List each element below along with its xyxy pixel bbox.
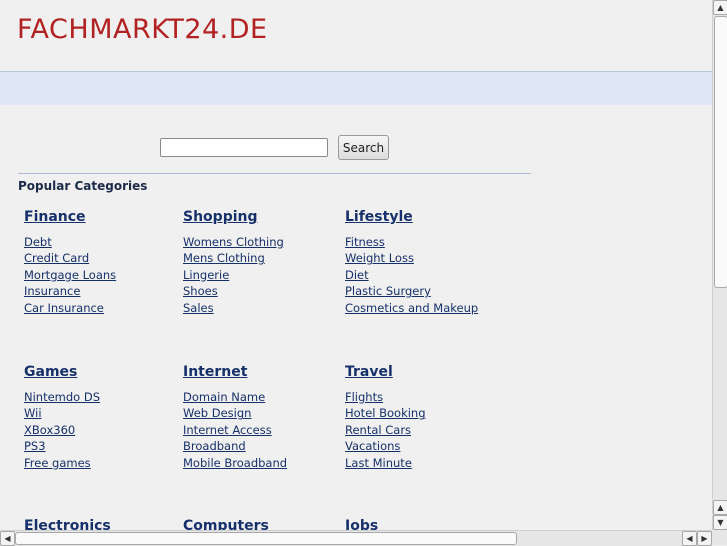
category-block: Lifestyle Fitness Weight Loss Diet Plastic S…: [345, 209, 478, 316]
category-block: Games Nintemdo DS Wii XBox360 PS3 Free games: [24, 364, 100, 471]
category-link[interactable]: Shoes: [183, 283, 284, 299]
arrow-right-icon[interactable]: ▶: [697, 531, 712, 546]
category-link[interactable]: PS3: [24, 438, 100, 454]
category-link[interactable]: Internet Access: [183, 422, 287, 438]
vertical-scrollbar[interactable]: ▲ ▲ ▼: [712, 0, 727, 530]
arrow-left-icon[interactable]: ◀: [682, 531, 697, 546]
category-heading-link[interactable]: Travel: [345, 364, 426, 381]
arrow-left-icon[interactable]: ◀: [0, 531, 15, 546]
arrow-up-icon[interactable]: ▲: [713, 0, 727, 15]
scrollbar-corner: [712, 530, 727, 545]
category-link[interactable]: Domain Name: [183, 389, 287, 405]
category-link[interactable]: Weight Loss: [345, 250, 478, 266]
category-block: Internet Domain Name Web Design Internet Ac…: [183, 364, 287, 471]
section-divider: [18, 173, 531, 174]
category-link[interactable]: Fitness: [345, 234, 478, 250]
arrow-up-icon[interactable]: ▲: [713, 500, 727, 515]
arrow-down-icon[interactable]: ▼: [713, 515, 727, 530]
category-block: Finance Debt Credit Card Mortgage Loans Insu…: [24, 209, 116, 316]
horizontal-scroll-thumb[interactable]: [15, 532, 517, 545]
category-link[interactable]: Plastic Surgery: [345, 283, 478, 299]
horizontal-scrollbar[interactable]: ◀ ◀ ▶: [0, 530, 712, 546]
category-link[interactable]: Free games: [24, 455, 100, 471]
category-link[interactable]: XBox360: [24, 422, 100, 438]
category-block: Travel Flights Hotel Booking Rental Cars Vac…: [345, 364, 426, 471]
category-link[interactable]: Mortgage Loans: [24, 267, 116, 283]
category-link[interactable]: Flights: [345, 389, 426, 405]
popular-categories-title: Popular Categories: [18, 179, 148, 193]
category-link[interactable]: Rental Cars: [345, 422, 426, 438]
category-heading-link[interactable]: Finance: [24, 209, 116, 226]
category-link[interactable]: Wii: [24, 405, 100, 421]
category-link[interactable]: Mobile Broadband: [183, 455, 287, 471]
category-link[interactable]: Web Design: [183, 405, 287, 421]
category-link[interactable]: Credit Card: [24, 250, 116, 266]
navigation-band: [0, 72, 712, 105]
category-link[interactable]: Insurance: [24, 283, 116, 299]
category-heading-link[interactable]: Internet: [183, 364, 287, 381]
vertical-scroll-thumb[interactable]: [714, 16, 727, 288]
category-heading-link[interactable]: Games: [24, 364, 100, 381]
category-block: Shopping Womens Clothing Mens Clothing Ling…: [183, 209, 284, 316]
category-heading-link[interactable]: Lifestyle: [345, 209, 478, 226]
category-link[interactable]: Diet: [345, 267, 478, 283]
category-link[interactable]: Hotel Booking: [345, 405, 426, 421]
category-link[interactable]: Cosmetics and Makeup: [345, 300, 478, 316]
search-button[interactable]: Search: [338, 135, 389, 160]
category-link[interactable]: Womens Clothing: [183, 234, 284, 250]
category-link[interactable]: Last Minute: [345, 455, 426, 471]
category-heading-link[interactable]: Shopping: [183, 209, 284, 226]
category-link[interactable]: Sales: [183, 300, 284, 316]
category-link[interactable]: Lingerie: [183, 267, 284, 283]
search-input[interactable]: [160, 138, 328, 157]
category-link[interactable]: Vacations: [345, 438, 426, 454]
site-title[interactable]: FACHMARKT24.DE: [17, 14, 268, 45]
category-link[interactable]: Mens Clothing: [183, 250, 284, 266]
category-link[interactable]: Car Insurance: [24, 300, 116, 316]
category-link[interactable]: Broadband: [183, 438, 287, 454]
category-link[interactable]: Nintemdo DS: [24, 389, 100, 405]
category-link[interactable]: Debt: [24, 234, 116, 250]
